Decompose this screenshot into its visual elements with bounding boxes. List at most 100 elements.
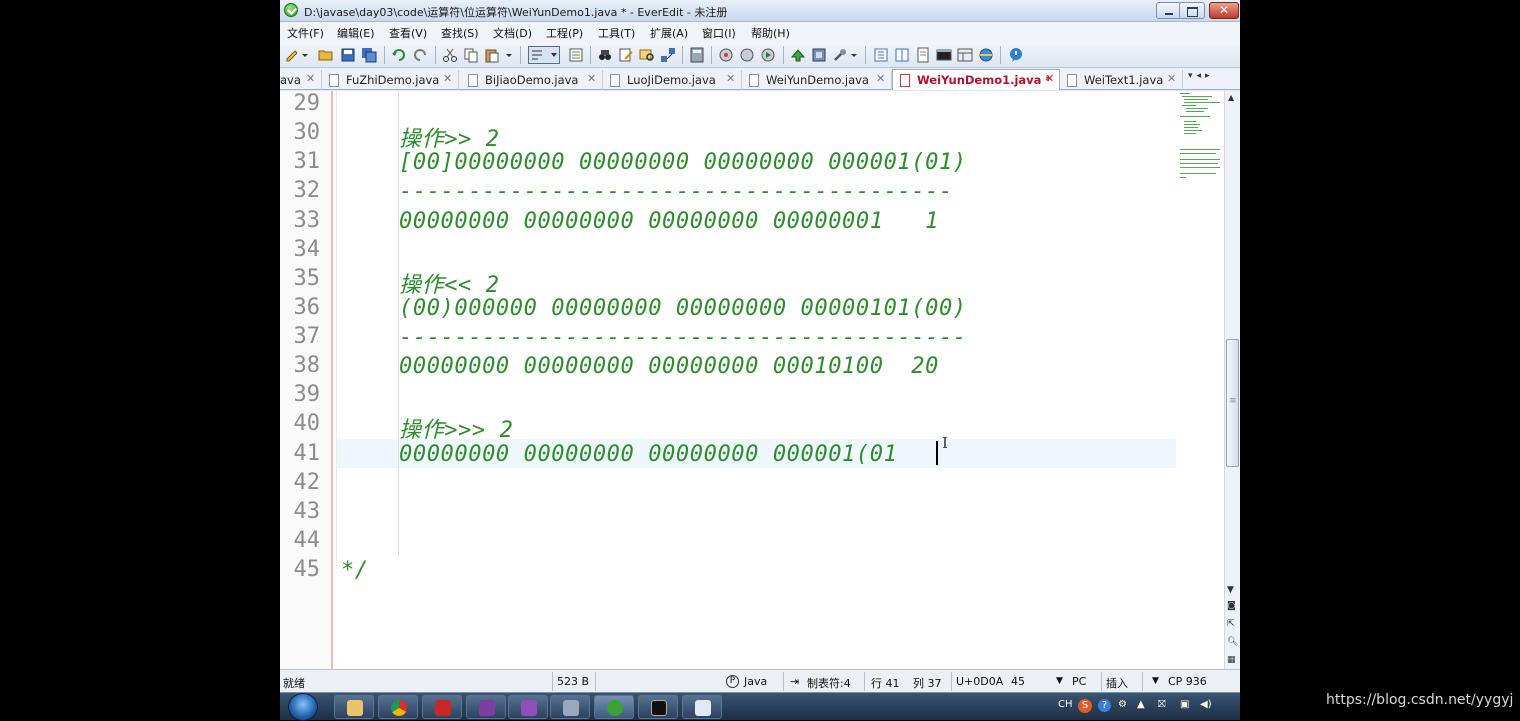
- tray-expand-icon[interactable]: ▲: [1137, 699, 1145, 710]
- taskbar-onenote[interactable]: [466, 695, 506, 719]
- menu-project[interactable]: 工程(P): [546, 25, 583, 41]
- find-icon[interactable]: [597, 47, 613, 63]
- taskbar-app[interactable]: [550, 695, 590, 719]
- find-in-files-icon[interactable]: [639, 47, 655, 63]
- maximize-button[interactable]: [1179, 2, 1205, 19]
- split-icon[interactable]: ⇱: [1227, 619, 1235, 629]
- status-column[interactable]: 列 37: [913, 675, 942, 691]
- column-mode-icon[interactable]: [568, 47, 584, 63]
- run-icon[interactable]: [790, 47, 806, 63]
- scrollbar-thumb[interactable]: [1226, 339, 1239, 467]
- replace-icon[interactable]: [618, 47, 634, 63]
- toolbar-separator: [865, 46, 866, 64]
- close-button[interactable]: [1209, 2, 1239, 19]
- document-icon[interactable]: [915, 47, 931, 63]
- menu-file[interactable]: 文件(F): [287, 25, 324, 41]
- status-insert-mode[interactable]: 插入: [1106, 675, 1128, 691]
- menu-view[interactable]: 查看(V): [389, 25, 427, 41]
- tab-close-icon[interactable]: ✕: [306, 72, 315, 85]
- tab-close-icon[interactable]: ✕: [1045, 72, 1054, 85]
- tab-close-icon[interactable]: ✕: [876, 72, 885, 85]
- ime-icon[interactable]: S: [1078, 699, 1092, 713]
- help-icon[interactable]: ?: [1098, 699, 1111, 712]
- menu-search[interactable]: 查找(S): [441, 25, 479, 41]
- status-line-ending[interactable]: PC: [1072, 675, 1086, 688]
- browser-icon[interactable]: [978, 47, 994, 63]
- layout-icon[interactable]: [957, 47, 973, 63]
- taskbar-chrome[interactable]: [378, 695, 418, 719]
- menu-document[interactable]: 文档(D): [493, 25, 532, 41]
- java-file-icon: [468, 74, 478, 87]
- macro-stop-icon[interactable]: [739, 47, 755, 63]
- menu-extensions[interactable]: 扩展(A): [650, 25, 688, 41]
- menu-tools[interactable]: 工具(T): [598, 25, 635, 41]
- status-line[interactable]: 行 41: [871, 675, 900, 691]
- tools-icon[interactable]: [832, 47, 848, 63]
- tray-settings-icon[interactable]: ⚙: [1118, 699, 1127, 710]
- status-codepage[interactable]: CP 936: [1168, 675, 1207, 688]
- outline-icon[interactable]: [873, 47, 889, 63]
- tab-bijiaodemo[interactable]: BiJiaoDemo.java ✕: [461, 70, 603, 90]
- zoom-icon[interactable]: 🔍︎: [1227, 637, 1238, 647]
- tab-partial[interactable]: ava ✕: [280, 70, 322, 90]
- taskbar-pdf-reader[interactable]: [422, 695, 462, 719]
- macro-record-icon[interactable]: [718, 47, 734, 63]
- scroll-down-icon[interactable]: ▼: [1227, 585, 1234, 595]
- tray-network-icon[interactable]: ⛝: [1158, 699, 1166, 710]
- save-icon[interactable]: [340, 47, 356, 63]
- taskbar-cmd[interactable]: [638, 695, 678, 719]
- line-number: 31: [293, 149, 321, 175]
- status-tab-setting[interactable]: 制表符:4: [807, 675, 851, 691]
- tab-luojidemo[interactable]: LuoJiDemo.java ✕: [603, 70, 742, 90]
- scroll-up-icon[interactable]: ▲: [1228, 93, 1234, 102]
- goto-icon[interactable]: [660, 47, 676, 63]
- input-language[interactable]: CH: [1058, 699, 1073, 710]
- split-view-icon[interactable]: [894, 47, 910, 63]
- taskbar-notes[interactable]: [508, 695, 548, 719]
- tab-weiyundemo[interactable]: WeiYunDemo.java ✕: [742, 70, 892, 90]
- tray-display-icon[interactable]: ▣: [1180, 699, 1189, 710]
- taskbar-notepad[interactable]: [682, 695, 722, 719]
- tray-volume-icon[interactable]: ◀): [1200, 699, 1212, 710]
- paste-icon[interactable]: [484, 47, 500, 63]
- tab-close-icon[interactable]: ✕: [726, 72, 735, 85]
- codepage-dropdown-icon[interactable]: ▼: [1152, 676, 1159, 686]
- tab-fuzhidemo[interactable]: FuZhiDemo.java ✕: [322, 70, 459, 90]
- new-dropdown-icon[interactable]: [301, 47, 309, 63]
- start-button[interactable]: [288, 693, 318, 721]
- vertical-scrollbar[interactable]: ▲ ▼ ◙ ⇱ 🔍︎ ▦: [1224, 91, 1240, 669]
- taskbar-everedit[interactable]: [594, 695, 634, 719]
- menu-window[interactable]: 窗口(I): [702, 25, 736, 41]
- tab-close-icon[interactable]: ✕: [443, 72, 452, 85]
- word-wrap-icon[interactable]: [528, 46, 560, 64]
- save-all-icon[interactable]: [361, 47, 377, 63]
- console-icon[interactable]: [936, 47, 952, 63]
- redo-icon[interactable]: [412, 47, 428, 63]
- compile-icon[interactable]: [811, 47, 827, 63]
- menu-help[interactable]: 帮助(H): [751, 25, 790, 41]
- map-icon[interactable]: ▦: [1227, 655, 1236, 665]
- tab-close-icon[interactable]: ✕: [587, 72, 596, 85]
- help-bubble-icon[interactable]: [1008, 47, 1024, 63]
- tab-close-icon[interactable]: ✕: [1167, 72, 1176, 85]
- status-syntax[interactable]: Java: [744, 675, 767, 688]
- minimap[interactable]: [1178, 91, 1224, 191]
- calculator-icon[interactable]: [689, 47, 705, 63]
- menu-edit[interactable]: 编辑(E): [337, 25, 375, 41]
- taskbar-explorer[interactable]: [334, 695, 374, 719]
- code-line: (00)000000 00000000 00000000 00000101(00…: [399, 295, 967, 321]
- open-folder-icon[interactable]: [318, 47, 334, 63]
- undo-icon[interactable]: [391, 47, 407, 63]
- paste-dropdown-icon[interactable]: [505, 47, 513, 63]
- tab-weitext1[interactable]: WeiText1.java ✕: [1060, 70, 1183, 90]
- new-file-icon[interactable]: [284, 47, 300, 63]
- code-editor[interactable]: 29 30 操作>> 2 31 [00]00000000 00000000 000000…: [280, 91, 1224, 669]
- copy-icon[interactable]: [463, 47, 479, 63]
- bookmark-icon[interactable]: ◙: [1227, 601, 1236, 611]
- line-ending-dropdown-icon[interactable]: ▼: [1056, 676, 1063, 686]
- cut-icon[interactable]: [442, 47, 458, 63]
- tools-dropdown-icon[interactable]: [850, 47, 858, 63]
- tab-scroll-arrows[interactable]: ▾◂▸: [1188, 71, 1214, 81]
- macro-play-icon[interactable]: [760, 47, 776, 63]
- tab-weiyundemo1[interactable]: WeiYunDemo1.java * ✕: [892, 69, 1060, 90]
